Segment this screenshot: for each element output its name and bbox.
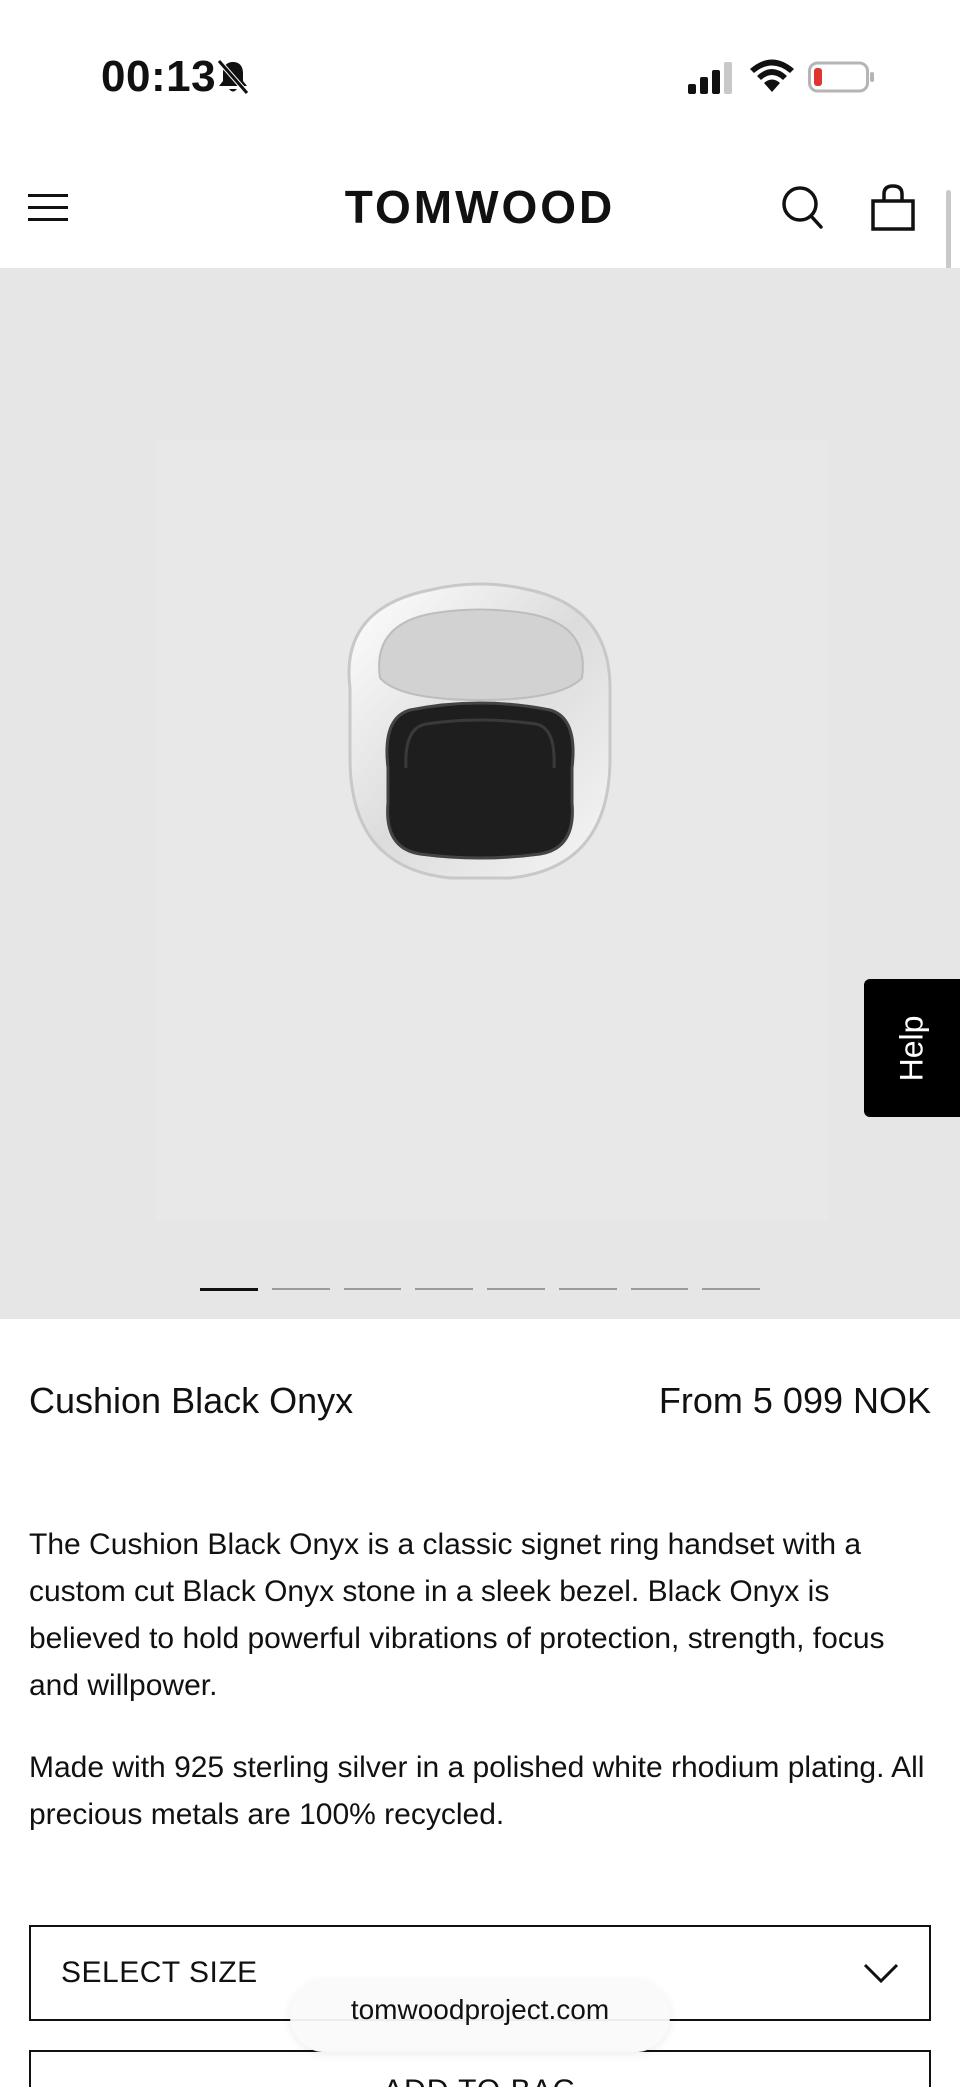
search-icon[interactable] (780, 183, 824, 231)
site-header: TOMWOOD (0, 150, 960, 268)
product-title-row: Cushion Black Onyx From 5 099 NOK (29, 1380, 931, 1430)
wifi-icon (750, 59, 794, 92)
gallery-dot[interactable] (415, 1288, 473, 1290)
bag-icon[interactable] (870, 183, 916, 231)
signal-icon (688, 62, 732, 94)
add-to-bag-label: ADD TO BAG (31, 2074, 929, 2087)
gallery-dot[interactable] (702, 1288, 760, 1290)
help-button[interactable]: Help (864, 979, 960, 1117)
product-description: The Cushion Black Onyx is a classic sign… (29, 1528, 885, 1702)
gallery-dot[interactable] (558, 1288, 617, 1290)
gallery-dot[interactable] (271, 1288, 330, 1290)
status-time: 00:13 (101, 52, 217, 101)
gallery-dot[interactable] (487, 1288, 545, 1290)
product-name: Cushion Black Onyx (29, 1380, 354, 1421)
gallery-dot[interactable] (343, 1288, 402, 1290)
battery-icon (808, 61, 874, 93)
bell-slash-icon (217, 59, 249, 95)
help-label: Help (893, 1015, 930, 1081)
gallery-dot[interactable] (630, 1288, 689, 1290)
product-materials: Made with 925 sterling silver in a polis… (29, 1751, 925, 1831)
gallery-pagination (200, 1288, 760, 1292)
status-bar: 00:13 (0, 0, 960, 150)
browser-url: tomwoodproject.com (350, 1994, 610, 2025)
ring-image (347, 582, 612, 880)
add-to-bag-button[interactable]: ADD TO BAG (29, 2050, 931, 2087)
chevron-down-icon (863, 1963, 899, 1984)
product-price: From 5 099 NOK (658, 1380, 931, 1421)
gallery-dot[interactable] (200, 1288, 258, 1291)
size-select-label: SELECT SIZE (61, 1956, 258, 1989)
product-image-gallery[interactable] (0, 268, 960, 1319)
browser-address-bar[interactable]: tomwoodproject.com (290, 1980, 670, 2052)
